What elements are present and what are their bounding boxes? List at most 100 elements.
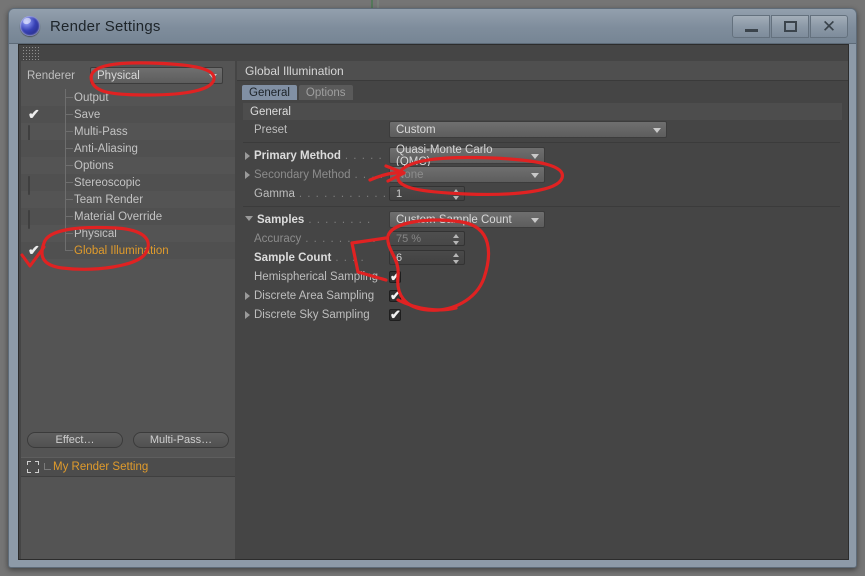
sidebar-item-label: Save xyxy=(74,108,101,121)
renderer-label: Renderer xyxy=(27,69,75,82)
render-setting-icon xyxy=(27,461,39,473)
row-divider xyxy=(243,142,840,143)
number-value: 6 xyxy=(396,251,403,264)
chevron-right-icon[interactable] xyxy=(245,291,250,300)
window-title: Render Settings xyxy=(50,17,161,35)
tree-branch xyxy=(65,165,73,166)
sidebar-item-options[interactable]: Options xyxy=(21,157,235,174)
chevron-down-icon[interactable] xyxy=(245,216,253,225)
tree-branch xyxy=(65,131,73,132)
tree-branch xyxy=(65,182,73,183)
label-leader-dots: . . . . xyxy=(354,168,384,181)
setting-label-secondary-method: Secondary Method xyxy=(254,168,351,181)
tree-branch xyxy=(65,216,73,217)
sidebar-item-stereoscopic[interactable]: Stereoscopic xyxy=(21,174,235,195)
field-zone xyxy=(389,288,401,304)
chevron-right-icon[interactable] xyxy=(245,170,250,179)
field-zone: Custom Sample Count xyxy=(389,211,545,228)
row-divider xyxy=(243,206,840,207)
stepper-arrows-icon[interactable] xyxy=(453,189,460,200)
number-field-sample-count[interactable]: 6 xyxy=(389,250,465,265)
sidebar-item-label: Multi-Pass xyxy=(74,125,128,138)
checkbox-discrete-area-sampling[interactable] xyxy=(389,288,401,304)
sidebar-item-label: Output xyxy=(74,91,109,104)
renderer-value: Physical xyxy=(97,69,140,82)
checkbox-unchecked-icon[interactable] xyxy=(28,176,39,195)
tree-branch xyxy=(65,114,73,115)
maximize-button[interactable] xyxy=(771,15,809,38)
setting-label-discrete-area-sampling: Discrete Area Sampling xyxy=(254,289,375,302)
label-leader-dots: . . . . . . . . . . . xyxy=(298,187,388,200)
tab-general[interactable]: General xyxy=(242,85,297,100)
window-body: Renderer Physical Output ✔ Save Multi-Pass A… xyxy=(18,44,849,560)
checkbox-hemispherical-sampling[interactable] xyxy=(389,269,401,285)
tree-branch xyxy=(65,148,73,149)
field-zone: 75 % xyxy=(389,231,465,246)
dropdown-samples[interactable]: Custom Sample Count xyxy=(389,211,545,228)
setting-row-samples: Samples. . . . . . . . Custom Sample Coun… xyxy=(237,210,848,229)
chevron-right-icon[interactable] xyxy=(245,310,250,319)
panel-title: Global Illumination xyxy=(237,61,848,81)
setting-row-sample-count: Sample Count. . . . 6 xyxy=(237,248,848,267)
field-zone: Custom xyxy=(389,121,667,138)
stepper-arrows-icon[interactable] xyxy=(453,234,460,245)
minimize-button[interactable] xyxy=(732,15,770,38)
dropdown-value: Custom Sample Count xyxy=(396,213,512,226)
dropdown-value: Custom xyxy=(396,123,436,136)
effect-button[interactable]: Effect… xyxy=(27,432,123,448)
label-leader-dots: . . . . . . . . xyxy=(308,213,372,226)
field-zone: 6 xyxy=(389,250,465,265)
checkbox-checked-icon[interactable]: ✔ xyxy=(28,106,40,122)
number-field-accuracy[interactable]: 75 % xyxy=(389,231,465,246)
dropdown-preset[interactable]: Custom xyxy=(389,121,667,138)
chevron-down-icon xyxy=(531,172,539,178)
sidebar-item-label: Stereoscopic xyxy=(74,176,141,189)
dropdown-primary-method[interactable]: Quasi-Monte Carlo (QMC) xyxy=(389,144,545,168)
close-button[interactable]: ✕ xyxy=(810,15,848,38)
sidebar-item-label: Anti-Aliasing xyxy=(74,142,138,155)
sidebar-item-multi-pass[interactable]: Multi-Pass xyxy=(21,123,235,144)
sidebar-item-save[interactable]: ✔ Save xyxy=(21,106,235,123)
setting-row-hemispherical-sampling: Hemispherical Sampling xyxy=(237,267,848,286)
sidebar-item-physical[interactable]: Physical xyxy=(21,225,235,242)
field-zone: None xyxy=(389,166,545,183)
checkbox-unchecked-icon[interactable] xyxy=(28,125,39,144)
window-controls: ✕ xyxy=(731,15,848,38)
settings-tree: Output ✔ Save Multi-Pass Anti-Aliasing Option… xyxy=(21,89,235,259)
label-leader-dots: . . . . . xyxy=(344,149,383,162)
checkbox-discrete-sky-sampling[interactable] xyxy=(389,307,401,323)
tree-branch xyxy=(65,97,73,98)
sidebar-item-anti-aliasing[interactable]: Anti-Aliasing xyxy=(21,140,235,157)
title-bar[interactable]: Render Settings ✕ xyxy=(9,9,856,44)
setting-row-preset: Preset Custom xyxy=(237,120,848,139)
field-zone xyxy=(389,269,401,285)
sidebar-item-label: Physical xyxy=(74,227,117,240)
render-setting-row[interactable]: My Render Setting xyxy=(21,457,235,477)
sidebar-item-label: Options xyxy=(74,159,114,172)
multi-pass-button[interactable]: Multi-Pass… xyxy=(133,432,229,448)
sidebar-item-label: Team Render xyxy=(74,193,144,206)
drag-grip-handle[interactable] xyxy=(21,47,39,60)
tab-options[interactable]: Options xyxy=(298,85,353,100)
number-value: 75 % xyxy=(396,232,422,245)
settings-rows: Preset Custom Primary Method. . . . . Quasi… xyxy=(237,120,848,324)
renderer-dropdown[interactable]: Physical xyxy=(90,67,223,84)
number-field-gamma[interactable]: 1 xyxy=(389,186,465,201)
setting-row-discrete-area-sampling: Discrete Area Sampling xyxy=(237,286,848,305)
setting-label-sample-count: Sample Count xyxy=(254,251,332,264)
checkbox-checked-icon[interactable]: ✔ xyxy=(28,242,40,258)
dropdown-value: Quasi-Monte Carlo (QMC) xyxy=(396,143,493,168)
sidebar-item-output[interactable]: Output xyxy=(21,89,235,106)
chevron-right-icon[interactable] xyxy=(245,151,250,160)
sidebar-button-row: Effect… Multi-Pass… xyxy=(27,432,229,448)
checkbox-unchecked-icon[interactable] xyxy=(28,210,39,229)
sidebar-item-material-override[interactable]: Material Override xyxy=(21,208,235,229)
stepper-arrows-icon[interactable] xyxy=(453,253,460,264)
dropdown-secondary-method[interactable]: None xyxy=(389,166,545,183)
screen: Render Settings ✕ Renderer Physical Outp… xyxy=(0,0,865,576)
setting-label-primary-method: Primary Method xyxy=(254,149,341,162)
sidebar-item-team-render[interactable]: Team Render xyxy=(21,191,235,208)
tree-branch xyxy=(65,250,73,251)
sidebar-item-global-illumination[interactable]: ✔ Global Illumination xyxy=(21,242,235,259)
close-icon: ✕ xyxy=(821,17,837,36)
